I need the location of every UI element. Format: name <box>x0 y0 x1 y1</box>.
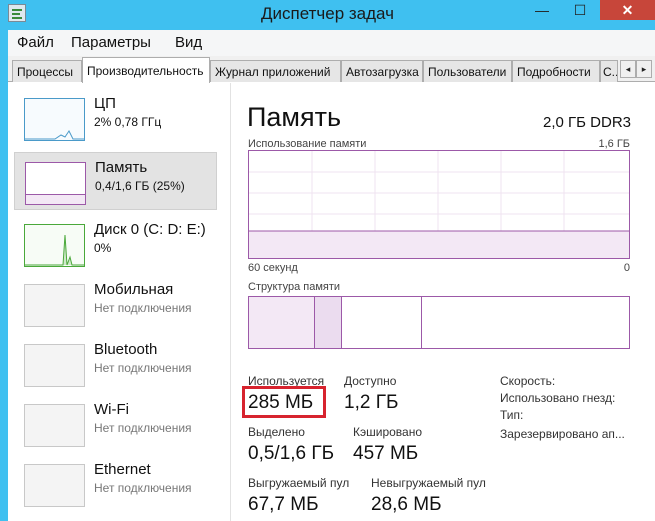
mobile-thumbnail-graph <box>24 284 85 327</box>
sidebar-item-ethernet[interactable]: Ethernet Нет подключения <box>14 455 217 513</box>
hardware-reserved-label: Зарезервировано ап... <box>500 427 625 441</box>
speed-label: Скорость: <box>500 374 556 388</box>
committed-label: Выделено <box>248 425 305 439</box>
sidebar-item-detail: 2% 0,78 ГГц <box>94 115 162 129</box>
memory-usage-graph <box>248 150 630 259</box>
sidebar-item-label: Bluetooth <box>94 341 158 358</box>
sidebar-item-label: ЦП <box>94 95 116 112</box>
tab-startup[interactable]: Автозагрузка <box>341 60 423 82</box>
resource-list: ЦП 2% 0,78 ГГц Память 0,4/1,6 ГБ (25%) Д… <box>8 83 230 521</box>
sidebar-item-mobile[interactable]: Мобильная Нет подключения <box>14 275 217 333</box>
available-value: 1,2 ГБ <box>344 392 399 413</box>
tab-users[interactable]: Пользователи <box>423 60 512 82</box>
close-button[interactable]: ✕ <box>600 0 655 20</box>
sidebar-item-disk[interactable]: Диск 0 (C: D: E:) 0% <box>14 215 217 273</box>
sidebar-item-detail: Нет подключения <box>94 301 192 315</box>
window-client: Файл Параметры Вид Процессы Производител… <box>8 30 655 521</box>
maximize-button[interactable]: ☐ <box>566 0 594 20</box>
wifi-thumbnail-graph <box>24 404 85 447</box>
time-axis-start: 60 секунд <box>248 262 298 274</box>
sidebar-item-label: Ethernet <box>94 461 151 478</box>
memory-composition-bar <box>248 296 630 349</box>
tab-app-history[interactable]: Журнал приложений <box>210 60 341 82</box>
menu-view[interactable]: Вид <box>175 34 202 51</box>
usage-graph-label: Использование памяти <box>248 138 367 150</box>
usage-graph-fill <box>249 231 629 258</box>
memory-spec: 2,0 ГБ DDR3 <box>543 114 631 131</box>
sidebar-item-detail: 0% <box>94 241 112 255</box>
sidebar-item-label: Память <box>95 159 148 176</box>
disk-thumbnail-graph <box>24 224 85 267</box>
usage-graph-max: 1,6 ГБ <box>598 138 630 150</box>
window-title: Диспетчер задач <box>261 4 394 23</box>
sidebar-item-bluetooth[interactable]: Bluetooth Нет подключения <box>14 335 217 393</box>
menu-file[interactable]: Файл <box>17 34 54 51</box>
pane-divider <box>230 83 231 521</box>
tab-details[interactable]: Подробности <box>512 60 600 82</box>
type-label: Тип: <box>500 408 524 422</box>
committed-value: 0,5/1,6 ГБ <box>248 443 335 464</box>
structure-modified-segment <box>315 297 342 348</box>
in-use-highlight <box>242 386 326 418</box>
cpu-thumbnail-graph <box>24 98 85 141</box>
tab-performance[interactable]: Производительность <box>82 57 210 83</box>
structure-label: Структура памяти <box>248 281 341 293</box>
sidebar-item-detail: Нет подключения <box>94 421 192 435</box>
structure-in-use-segment <box>249 297 315 348</box>
nonpaged-pool-label: Невыгружаемый пул <box>371 476 486 490</box>
paged-pool-label: Выгружаемый пул <box>248 476 350 490</box>
sidebar-item-detail: 0,4/1,6 ГБ (25%) <box>95 179 185 193</box>
sidebar-item-wifi[interactable]: Wi-Fi Нет подключения <box>14 395 217 453</box>
menu-options[interactable]: Параметры <box>71 34 151 51</box>
time-axis-end: 0 <box>623 262 630 274</box>
sidebar-item-label: Диск 0 (C: D: E:) <box>94 221 206 238</box>
tab-processes[interactable]: Процессы <box>12 60 82 82</box>
cached-label: Кэшировано <box>353 425 423 439</box>
cached-value: 457 МБ <box>353 443 419 464</box>
sidebar-item-label: Wi-Fi <box>94 401 129 418</box>
sidebar-item-label: Мобильная <box>94 281 174 298</box>
tab-services[interactable]: С... <box>600 60 618 82</box>
tab-strip: Процессы Производительность Журнал прило… <box>8 56 655 83</box>
memory-thumbnail-graph <box>25 162 86 205</box>
sidebar-item-memory[interactable]: Память 0,4/1,6 ГБ (25%) <box>14 152 217 210</box>
usage-graph-grid <box>249 151 629 258</box>
sidebar-item-cpu[interactable]: ЦП 2% 0,78 ГГц <box>14 89 217 147</box>
available-label: Доступно <box>344 374 397 388</box>
tab-scroll-left-button[interactable]: ◂ <box>620 60 636 78</box>
page-title: Память <box>247 102 342 132</box>
nonpaged-pool-value: 28,6 МБ <box>371 494 442 515</box>
menu-bar: Файл Параметры Вид <box>8 30 655 56</box>
tab-scroll-right-button[interactable]: ▸ <box>636 60 652 78</box>
sidebar-item-detail: Нет подключения <box>94 481 192 495</box>
minimize-button[interactable]: — <box>528 0 556 20</box>
bluetooth-thumbnail-graph <box>24 344 85 387</box>
paged-pool-value: 67,7 МБ <box>248 494 319 515</box>
structure-standby-segment <box>342 297 422 348</box>
title-bar: Диспетчер задач — ☐ ✕ <box>0 0 655 30</box>
sidebar-item-detail: Нет подключения <box>94 361 192 375</box>
task-manager-window: Диспетчер задач — ☐ ✕ Файл Параметры Вид… <box>0 0 655 521</box>
slots-used-label: Использовано гнезд: <box>500 391 616 405</box>
ethernet-thumbnail-graph <box>24 464 85 507</box>
